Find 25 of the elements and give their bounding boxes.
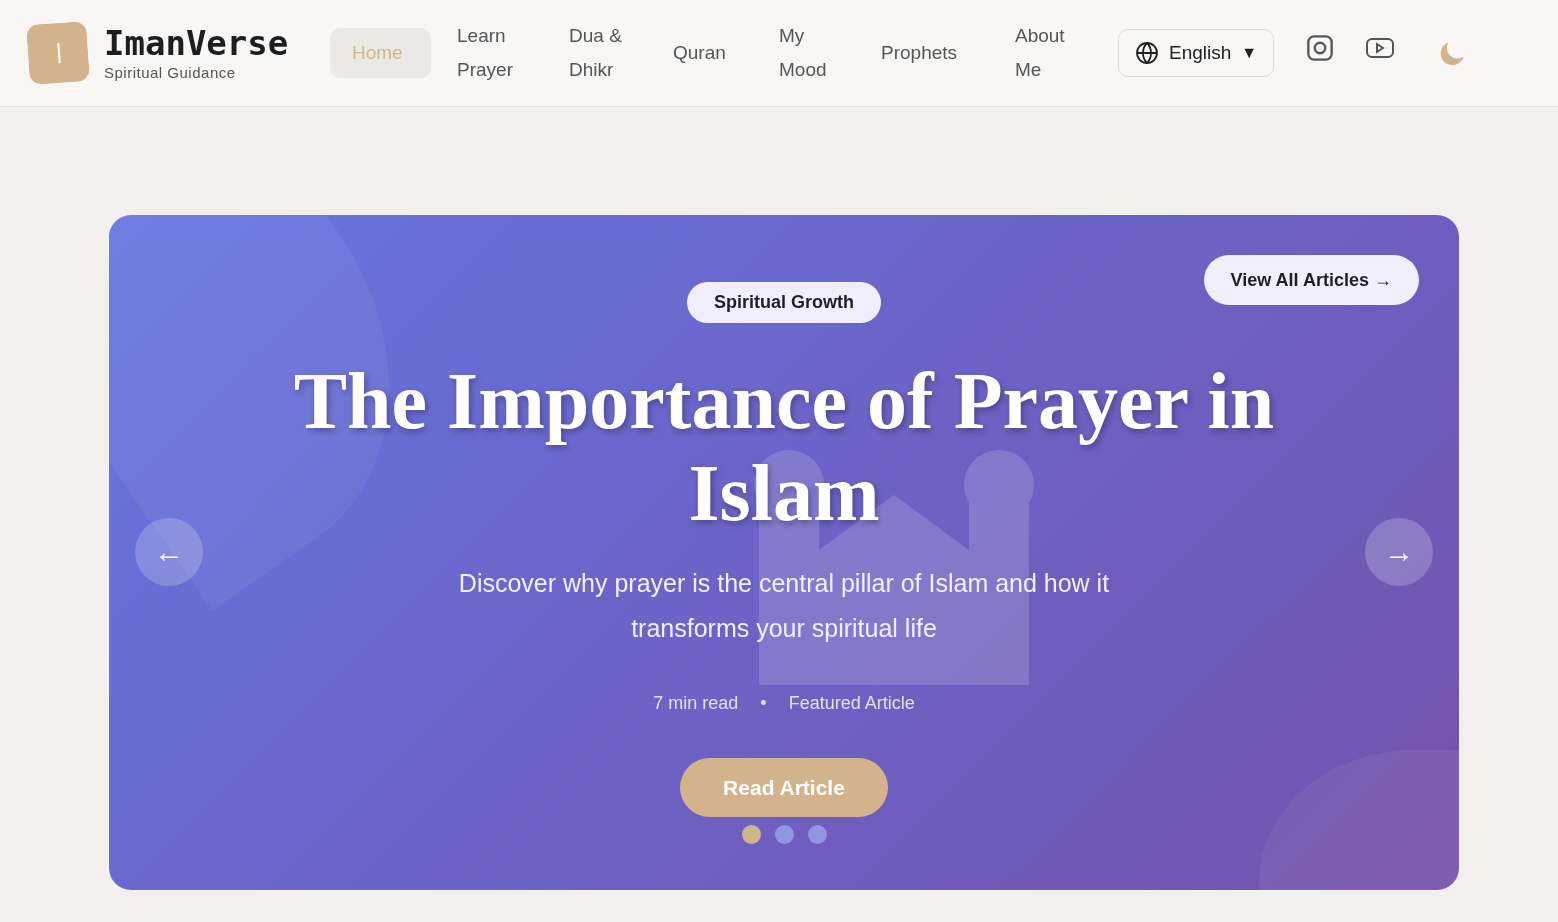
carousel-dot[interactable]: [807, 825, 827, 844]
nav-link[interactable]: About Me: [993, 11, 1094, 95]
instagram-icon[interactable]: [1306, 34, 1335, 62]
article-title: The Importance of Prayer in Islam: [292, 356, 1276, 539]
separator-dot: •: [760, 693, 767, 714]
read-time: 7 min read: [653, 693, 739, 714]
nav-link[interactable]: My Mood: [757, 11, 855, 95]
nav-link[interactable]: Dua & Dhikr: [547, 11, 647, 95]
view-all-articles-button[interactable]: View All Articles →: [1203, 255, 1419, 305]
carousel-dot[interactable]: [741, 825, 761, 844]
globe-icon: [1135, 41, 1159, 65]
brand-tagline: Spiritual Guidance: [104, 63, 237, 81]
caret-icon: ▼: [1241, 44, 1258, 62]
language-label: English: [1169, 42, 1232, 64]
nav-link[interactable]: Quran: [651, 28, 753, 78]
logo-icon: [26, 21, 90, 85]
brand-name: ImanVerse: [104, 25, 289, 60]
next-slide-button[interactable]: →: [1365, 518, 1433, 586]
nav-link[interactable]: Prophets: [859, 28, 989, 78]
carousel-dot[interactable]: [774, 825, 794, 844]
category-tag: Spiritual Growth: [687, 282, 881, 323]
article-description: Discover why prayer is the central pillar of Islam and how it transforms your spiritual life: [457, 568, 1111, 644]
language-selector[interactable]: English ▼: [1118, 29, 1275, 77]
nav-link[interactable]: Learn Prayer: [435, 11, 543, 95]
featured-label: Featured Article: [788, 693, 915, 714]
